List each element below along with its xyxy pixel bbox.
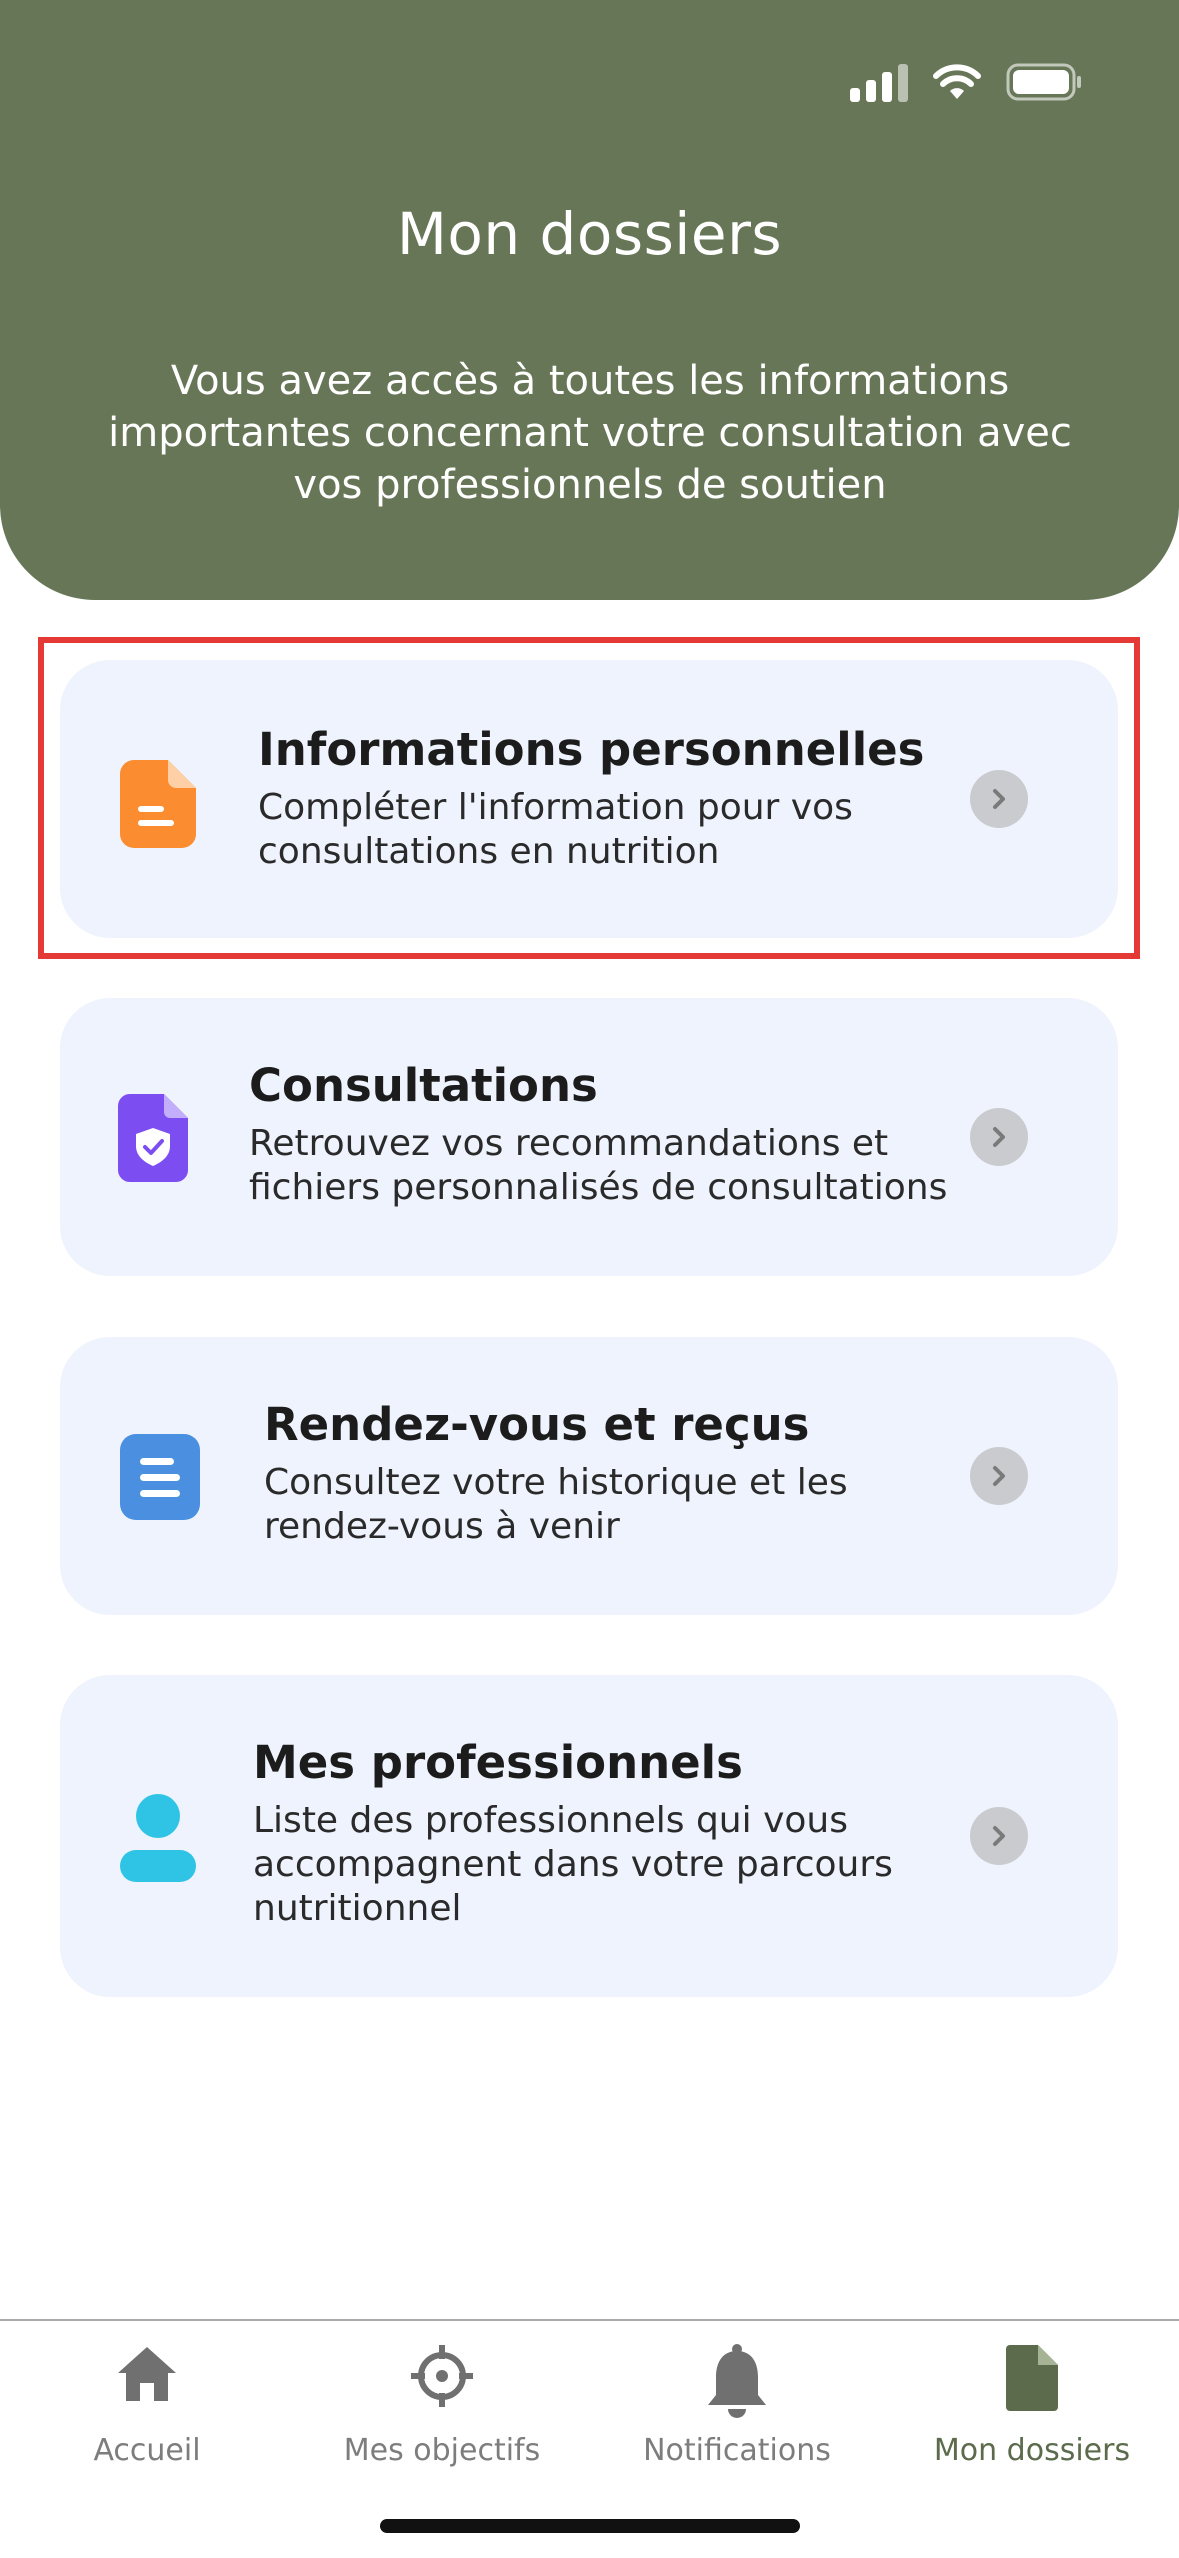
chevron-right-icon[interactable]	[970, 1108, 1028, 1166]
card-consultations[interactable]: Consultations Retrouvez vos recommandati…	[60, 998, 1118, 1276]
user-icon	[118, 1792, 198, 1888]
tab-label: Mon dossiers	[933, 2433, 1131, 2468]
card-description: Retrouvez vos recommandations et fichier…	[249, 1123, 948, 1208]
tab-label: Notifications	[643, 2433, 831, 2468]
card-mes-professionnels[interactable]: Mes professionnels Liste des professionn…	[60, 1675, 1118, 1997]
wifi-icon	[932, 63, 982, 101]
tab-label: Mes objectifs	[343, 2433, 541, 2468]
cellular-signal-icon	[850, 62, 908, 102]
file-icon	[885, 2343, 1179, 2413]
page-subtitle: Vous avez accès à toutes les information…	[108, 358, 1072, 508]
chevron-right-icon[interactable]	[970, 1447, 1028, 1505]
chevron-right-icon[interactable]	[970, 1807, 1028, 1865]
list-document-icon	[118, 1432, 202, 1526]
bell-icon	[590, 2343, 884, 2423]
card-description: Liste des professionnels qui vous accomp…	[253, 1800, 893, 1929]
selection-highlight	[38, 637, 1140, 959]
card-description: Consultez votre historique et les rendez…	[264, 1462, 848, 1547]
status-bar	[850, 62, 1084, 102]
card-title: Mes professionnels	[253, 1736, 743, 1789]
card-title: Consultations	[249, 1059, 598, 1112]
home-icon	[0, 2343, 294, 2405]
shield-document-icon	[118, 1092, 190, 1188]
tab-label: Accueil	[93, 2433, 201, 2468]
card-rendez-vous[interactable]: Rendez-vous et reçus Consultez votre his…	[60, 1337, 1118, 1615]
page-title: Mon dossiers	[396, 200, 783, 268]
target-icon	[295, 2343, 589, 2409]
battery-icon	[1006, 63, 1084, 101]
card-title: Rendez-vous et reçus	[264, 1398, 810, 1451]
home-indicator[interactable]	[380, 2519, 800, 2533]
header: Mon dossiers Vous avez accès à toutes le…	[0, 0, 1179, 600]
